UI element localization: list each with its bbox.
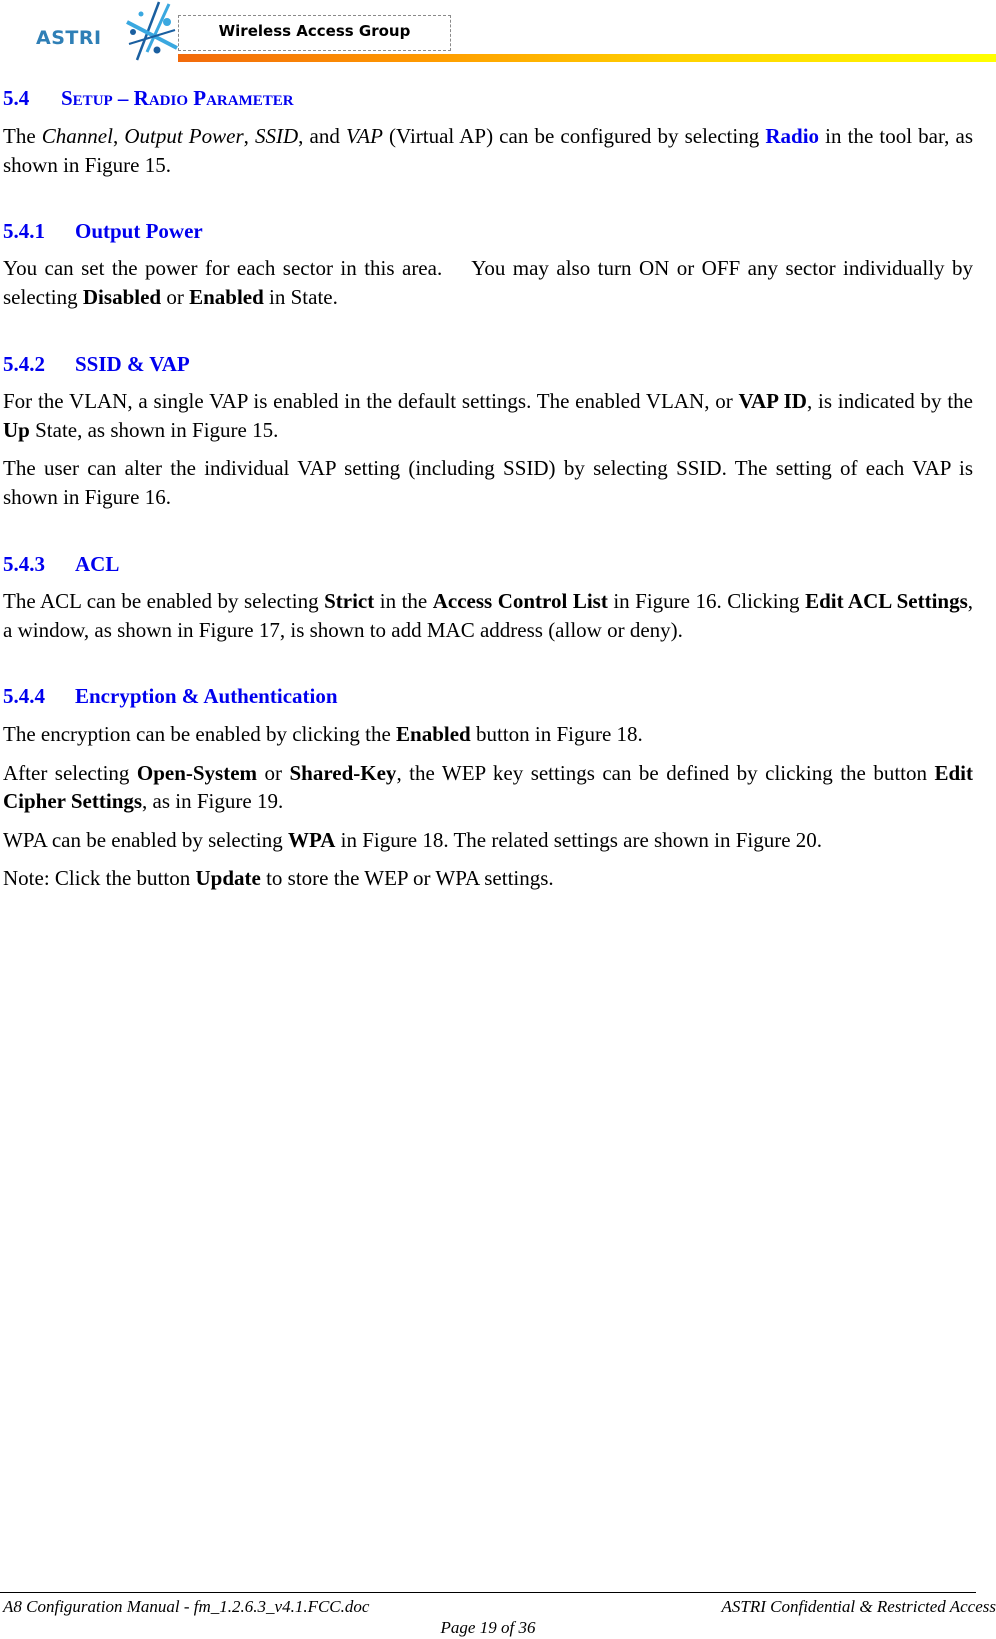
text-run: ,: [112, 124, 125, 148]
subsection-heading-encryption: 5.4.4 Encryption & Authentication: [3, 682, 973, 710]
section-number: 5.4: [3, 86, 30, 110]
encryption-paragraph-1: The encryption can be enabled by clickin…: [3, 720, 973, 749]
text-run: to store the WEP or WPA settings.: [260, 866, 554, 890]
page-header: ASTRI Wireless Access Group: [0, 0, 996, 66]
bold-term: Edit ACL Settings: [805, 589, 968, 613]
text-run: , as in Figure 19.: [142, 789, 284, 813]
subsection-number: 5.4.1: [3, 219, 45, 243]
text-run: The encryption can be enabled by clickin…: [3, 722, 397, 746]
subsection-heading-output-power: 5.4.1 Output Power: [3, 217, 973, 245]
bold-term: VAP ID: [738, 389, 807, 413]
text-run: , the WEP key settings can be defined by…: [396, 760, 935, 785]
bold-term: Disabled: [82, 284, 162, 309]
italic-term: Channel: [41, 124, 113, 148]
group-label: Wireless Access Group: [218, 22, 411, 40]
text-run: WPA can be enabled by selecting: [3, 827, 288, 852]
ssid-vap-paragraph-2: The user can alter the individual VAP se…: [3, 454, 973, 511]
subsection-number: 5.4.3: [3, 552, 45, 576]
text-run: in the: [374, 589, 433, 613]
footer-document-name: A8 Configuration Manual - fm_1.2.6.3_v4.…: [3, 1597, 370, 1616]
italic-term: Output Power: [124, 124, 244, 148]
subsection-title: Output Power: [75, 219, 203, 243]
text-run: in State.: [263, 284, 338, 309]
section-intro-paragraph: The Channel, Output Power, SSID, and VAP…: [3, 122, 973, 179]
section-title: Setup – Radio Parameter: [61, 86, 294, 110]
footer-page-number: Page 19 of 36: [440, 1618, 536, 1637]
subsection-heading-ssid-vap: 5.4.2 SSID & VAP: [3, 350, 973, 378]
text-run: The user can alter the individual VAP se…: [3, 456, 973, 509]
subsection-title: SSID & VAP: [75, 352, 190, 376]
footer-confidentiality: ASTRI Confidential & Restricted Access: [721, 1597, 996, 1616]
encryption-paragraph-2: After selecting Open-System or Shared-Ke…: [3, 759, 973, 816]
bold-term: WPA: [287, 827, 336, 852]
text-run: For the VLAN, a single VAP is enabled in…: [3, 389, 739, 413]
text-run: , is indicated by the: [806, 389, 973, 413]
logo-wordmark: ASTRI: [36, 27, 102, 49]
bold-term: Open-System: [136, 760, 258, 785]
group-label-box: Wireless Access Group: [178, 15, 451, 51]
text-run: The: [3, 124, 42, 148]
document-body: 5.4 Setup – Radio Parameter The Channel, …: [3, 84, 973, 893]
text-run: ,: [243, 124, 255, 148]
bold-term: Update: [195, 866, 261, 890]
text-run: or: [161, 284, 190, 309]
radio-term: Radio: [765, 124, 820, 148]
footer-divider: [0, 1592, 976, 1593]
section-heading: 5.4 Setup – Radio Parameter: [3, 84, 973, 112]
text-run: After selecting: [3, 760, 137, 785]
text-run: or: [257, 760, 290, 785]
header-gradient-bar: [178, 54, 996, 62]
subsection-heading-acl: 5.4.3 ACL: [3, 550, 973, 578]
text-run: The ACL can be enabled by selecting: [3, 589, 325, 613]
text-run: , and: [298, 124, 346, 148]
text-run: State, as shown in Figure 15.: [29, 417, 279, 442]
bold-term: Enabled: [396, 722, 471, 746]
text-run: button in Figure 18.: [470, 722, 643, 746]
encryption-paragraph-3: WPA can be enabled by selecting WPA in F…: [3, 826, 973, 855]
acl-paragraph: The ACL can be enabled by selecting Stri…: [3, 587, 973, 644]
italic-term: SSID: [255, 124, 299, 148]
bold-term: Shared-Key: [289, 760, 397, 785]
bold-term: Up: [3, 417, 30, 442]
bold-term: Strict: [324, 589, 375, 613]
bold-term: Access Control List: [432, 589, 608, 613]
logo-star-icon: [126, 1, 178, 61]
astri-logo: ASTRI: [34, 0, 179, 62]
subsection-number: 5.4.4: [3, 684, 45, 708]
encryption-note: Note: Click the button Update to store t…: [3, 864, 973, 893]
subsection-title: Encryption & Authentication: [75, 684, 338, 708]
bold-term: Enabled: [189, 284, 264, 309]
text-run: (Virtual AP) can be configured by select…: [382, 124, 766, 148]
text-run: Note: Click the button: [3, 866, 196, 890]
text-run: in Figure 18. The related settings are s…: [335, 827, 823, 852]
italic-term: VAP: [345, 124, 383, 148]
ssid-vap-paragraph-1: For the VLAN, a single VAP is enabled in…: [3, 387, 973, 444]
subsection-number: 5.4.2: [3, 352, 45, 376]
output-power-paragraph: You can set the power for each sector in…: [3, 254, 973, 311]
subsection-title: ACL: [75, 552, 120, 576]
text-run: in Figure 16. Clicking: [607, 589, 806, 613]
